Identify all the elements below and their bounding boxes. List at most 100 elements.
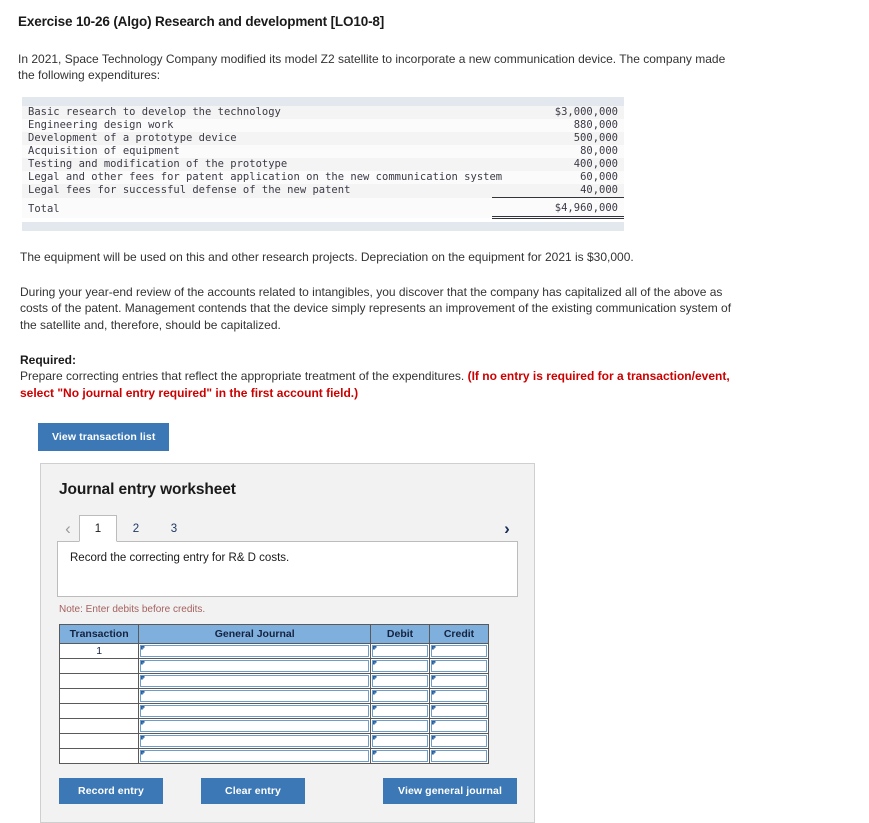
- expenditure-total-amount: $4,960,000: [492, 197, 624, 219]
- general-journal-field[interactable]: [140, 675, 370, 687]
- credit-field-cell[interactable]: [429, 733, 489, 749]
- debit-field[interactable]: [372, 660, 429, 672]
- general-journal-field[interactable]: [140, 660, 370, 672]
- instruction-text: Record the correcting entry for R& D cos…: [70, 552, 290, 564]
- debit-field-cell[interactable]: [370, 673, 431, 689]
- expenditure-row: Basic research to develop the technology…: [22, 106, 624, 119]
- debit-field[interactable]: [372, 675, 429, 687]
- chevron-left-icon[interactable]: ‹: [57, 520, 79, 541]
- debit-field-cell[interactable]: [370, 643, 431, 659]
- general-journal-field[interactable]: [140, 645, 370, 657]
- debit-field[interactable]: [372, 720, 429, 732]
- expenditures-table-wrapper: Basic research to develop the technology…: [22, 97, 624, 231]
- worksheet-tab-3[interactable]: 3: [155, 516, 193, 541]
- debit-field[interactable]: [372, 750, 429, 762]
- table-row: [58, 703, 489, 719]
- general-journal-field-cell[interactable]: [138, 673, 372, 689]
- instruction-box: Record the correcting entry for R& D cos…: [57, 541, 518, 597]
- transaction-cell: [58, 688, 140, 704]
- credit-field[interactable]: [431, 645, 487, 657]
- expenditure-label: Testing and modification of the prototyp…: [22, 158, 492, 171]
- credit-field[interactable]: [431, 750, 487, 762]
- debit-field-cell[interactable]: [370, 733, 431, 749]
- expenditure-row: Acquisition of equipment 80,000: [22, 145, 624, 158]
- general-journal-field[interactable]: [140, 750, 370, 762]
- debit-field-cell[interactable]: [370, 748, 431, 764]
- general-journal-field-cell[interactable]: [138, 658, 372, 674]
- journal-column-header: Debit: [370, 624, 431, 644]
- credit-field[interactable]: [431, 660, 487, 672]
- credit-field[interactable]: [431, 705, 487, 717]
- expenditure-amount: 880,000: [492, 119, 624, 132]
- credit-field-cell[interactable]: [429, 718, 489, 734]
- expenditure-label: Acquisition of equipment: [22, 145, 492, 158]
- clear-entry-button[interactable]: Clear entry: [201, 778, 305, 804]
- journal-entry-worksheet-panel: Journal entry worksheet ‹ 123 › Record t…: [40, 463, 535, 823]
- page-title: Exercise 10-26 (Algo) Research and devel…: [18, 14, 385, 29]
- exercise-page: Exercise 10-26 (Algo) Research and devel…: [0, 0, 869, 823]
- debit-field-cell[interactable]: [370, 658, 431, 674]
- general-journal-field[interactable]: [140, 735, 370, 747]
- table-row: [58, 658, 489, 674]
- journal-header-row: Transaction General Journal Debit Credit: [58, 624, 489, 644]
- credit-field-cell[interactable]: [429, 703, 489, 719]
- debit-field[interactable]: [372, 645, 429, 657]
- expenditure-label: Development of a prototype device: [22, 132, 492, 145]
- journal-column-header: Credit: [429, 624, 489, 644]
- expenditure-row: Testing and modification of the prototyp…: [22, 158, 624, 171]
- general-journal-field-cell[interactable]: [138, 718, 372, 734]
- table-row: 1: [58, 643, 489, 659]
- chevron-right-icon[interactable]: ›: [496, 520, 518, 541]
- general-journal-field[interactable]: [140, 705, 370, 717]
- debit-field[interactable]: [372, 735, 429, 747]
- credit-field[interactable]: [431, 720, 487, 732]
- general-journal-field-cell[interactable]: [138, 688, 372, 704]
- transaction-cell: [58, 733, 140, 749]
- expenditure-label: Legal fees for successful defense of the…: [22, 184, 492, 198]
- required-text: Prepare correcting entries that reflect …: [20, 368, 746, 401]
- journal-column-header: Transaction: [58, 624, 140, 644]
- expenditure-label: Basic research to develop the technology: [22, 106, 492, 119]
- credit-field[interactable]: [431, 690, 487, 702]
- credit-field-cell[interactable]: [429, 658, 489, 674]
- credit-field[interactable]: [431, 735, 487, 747]
- general-journal-field[interactable]: [140, 720, 370, 732]
- expenditures-table: Basic research to develop the technology…: [22, 106, 624, 219]
- transaction-cell: [58, 748, 140, 764]
- general-journal-field-cell[interactable]: [138, 733, 372, 749]
- general-journal-field-cell[interactable]: [138, 703, 372, 719]
- credit-field-cell[interactable]: [429, 673, 489, 689]
- debit-field-cell[interactable]: [370, 703, 431, 719]
- table-row: [58, 718, 489, 734]
- debit-field[interactable]: [372, 690, 429, 702]
- credit-field[interactable]: [431, 675, 487, 687]
- table-row: [58, 733, 489, 749]
- general-journal-field[interactable]: [140, 690, 370, 702]
- record-entry-button[interactable]: Record entry: [59, 778, 163, 804]
- worksheet-tab-1[interactable]: 1: [79, 515, 117, 542]
- credit-field-cell[interactable]: [429, 688, 489, 704]
- view-transaction-list-button[interactable]: View transaction list: [38, 423, 170, 451]
- view-general-journal-button[interactable]: View general journal: [383, 778, 517, 804]
- debit-field[interactable]: [372, 705, 429, 717]
- debit-field-cell[interactable]: [370, 718, 431, 734]
- transaction-cell: 1: [58, 643, 140, 659]
- transaction-cell: [58, 673, 140, 689]
- transaction-cell: [58, 703, 140, 719]
- table-row: [58, 748, 489, 764]
- general-journal-field-cell[interactable]: [138, 748, 372, 764]
- expenditure-amount: 500,000: [492, 132, 624, 145]
- journal-entry-table: Transaction General Journal Debit Credit 1: [58, 624, 489, 764]
- credit-field-cell[interactable]: [429, 643, 489, 659]
- credit-field-cell[interactable]: [429, 748, 489, 764]
- expenditure-label: Engineering design work: [22, 119, 492, 132]
- journal-table-body: 1: [58, 643, 489, 764]
- expenditure-amount: 40,000: [492, 184, 624, 198]
- worksheet-tab-2[interactable]: 2: [117, 516, 155, 541]
- general-journal-field-cell[interactable]: [138, 643, 372, 659]
- transaction-cell: [58, 658, 140, 674]
- debit-field-cell[interactable]: [370, 688, 431, 704]
- table-top-band: [22, 97, 624, 106]
- expenditure-row: Legal fees for successful defense of the…: [22, 184, 624, 198]
- tab-list: 123: [79, 515, 193, 542]
